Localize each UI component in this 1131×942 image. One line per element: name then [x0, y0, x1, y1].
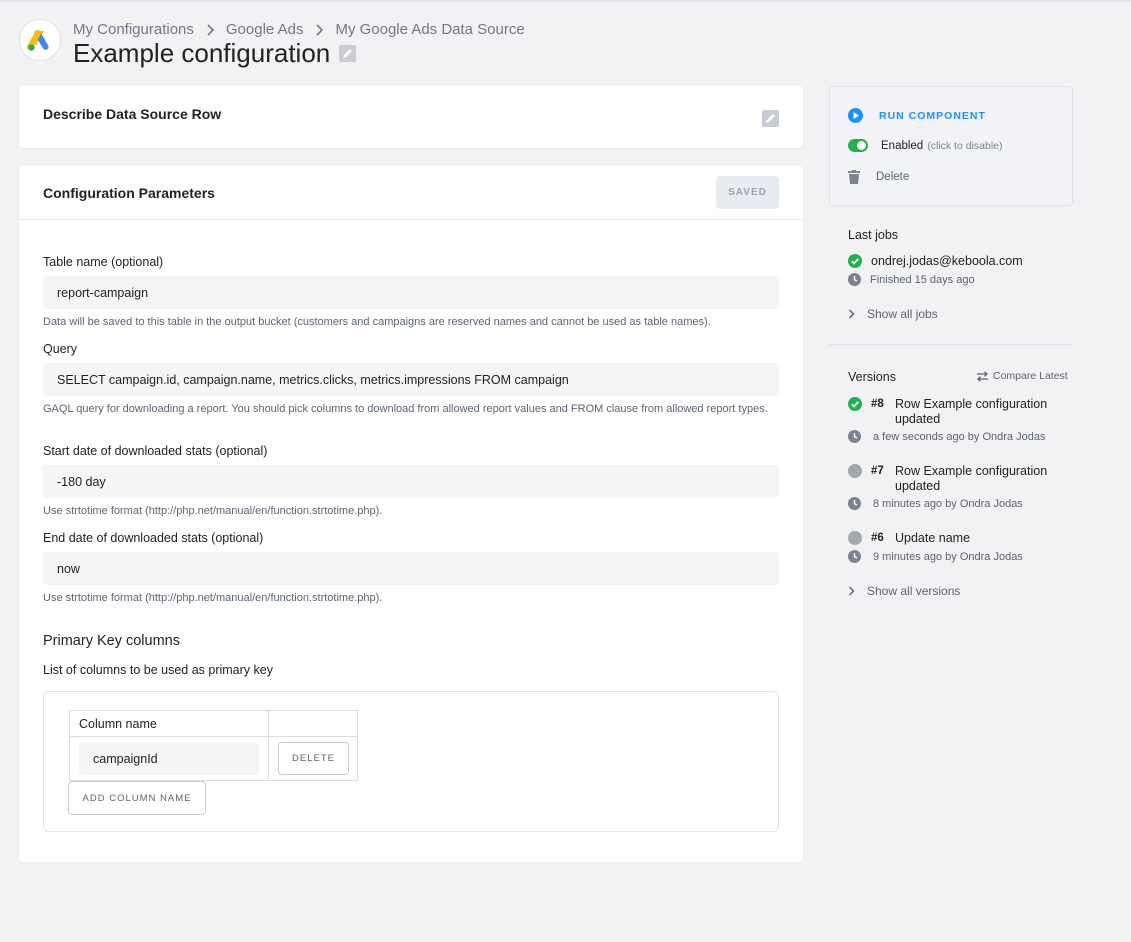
version-meta-row: 9 minutes ago by Ondra Jodas: [848, 550, 1023, 563]
start-date-input[interactable]: [43, 465, 779, 498]
primary-key-title: Primary Key columns: [43, 633, 180, 649]
query-help: GAQL query for downloading a report. You…: [43, 403, 768, 415]
version-meta-row: 8 minutes ago by Ondra Jodas: [848, 497, 1023, 510]
enabled-toggle[interactable]: [848, 139, 868, 152]
configuration-title: Configuration Parameters: [43, 185, 215, 201]
breadcrumb: My Configurations Google Ads My Google A…: [73, 21, 525, 38]
add-column-name-button[interactable]: ADD COLUMN NAME: [68, 781, 206, 815]
chevron-right-icon: [848, 586, 855, 596]
version-meta: 9 minutes ago by Ondra Jodas: [873, 550, 1023, 563]
job-time-row: Finished 15 days ago: [848, 273, 975, 286]
version-meta: a few seconds ago by Ondra Jodas: [873, 430, 1046, 443]
sidebar-divider: [829, 344, 1073, 345]
version-number: #7: [871, 465, 884, 477]
compare-latest-label: Compare Latest: [993, 370, 1068, 382]
show-all-versions-label: Show all versions: [867, 584, 961, 598]
delete-row-button[interactable]: DELETE: [278, 742, 349, 775]
end-date-help: Use strtotime format (http://php.net/man…: [43, 592, 383, 604]
table-name-input[interactable]: [43, 276, 779, 309]
clock-icon: [848, 497, 861, 510]
start-date-help: Use strtotime format (http://php.net/man…: [43, 505, 383, 517]
versions-title: Versions: [848, 370, 896, 384]
success-check-icon: [848, 397, 862, 411]
column-name-input[interactable]: [79, 742, 259, 775]
edit-description-icon[interactable]: [762, 110, 779, 132]
job-item[interactable]: ondrej.jodas@keboola.com: [848, 254, 1023, 268]
show-all-versions-link[interactable]: Show all versions: [848, 584, 960, 598]
delete-label: Delete: [876, 171, 910, 183]
breadcrumb-item-google-ads[interactable]: Google Ads: [226, 21, 304, 38]
describe-title: Describe Data Source Row: [43, 106, 222, 122]
end-date-input[interactable]: [43, 552, 779, 585]
trash-icon: [848, 170, 860, 184]
version-number: #6: [871, 532, 884, 544]
chevron-right-icon: [206, 23, 214, 36]
configuration-header: Configuration Parameters SAVED: [19, 166, 803, 220]
configuration-card: Configuration Parameters SAVED Table nam…: [19, 166, 803, 862]
primary-key-subtitle: List of columns to be used as primary ke…: [43, 663, 273, 677]
query-input[interactable]: [43, 363, 779, 396]
version-number: #8: [871, 398, 884, 410]
clock-icon: [848, 273, 861, 286]
clock-icon: [848, 430, 861, 443]
page-title: Example configuration: [73, 38, 331, 68]
version-text: Update name: [895, 531, 971, 545]
version-item-6[interactable]: #6 Update name: [848, 531, 1057, 546]
run-component-label: RUN COMPONENT: [879, 109, 986, 122]
inactive-dot-icon: [848, 531, 862, 545]
version-text: Row Example configuration updated: [895, 464, 1048, 493]
version-meta: 8 minutes ago by Ondra Jodas: [873, 497, 1023, 510]
chevron-right-icon: [848, 309, 855, 319]
last-jobs-title: Last jobs: [848, 228, 899, 242]
run-component-action[interactable]: RUN COMPONENT: [848, 108, 986, 123]
breadcrumb-item-data-source[interactable]: My Google Ads Data Source: [335, 21, 524, 38]
clock-icon: [848, 550, 861, 563]
enabled-hint: (click to disable): [927, 139, 1003, 152]
table-name-label: Table name (optional): [43, 255, 164, 269]
start-date-label: Start date of downloaded stats (optional…: [43, 444, 268, 458]
google-ads-logo: [19, 19, 61, 61]
breadcrumb-item-my-configurations[interactable]: My Configurations: [73, 21, 194, 38]
inactive-dot-icon: [848, 464, 862, 478]
chevron-right-icon: [315, 23, 324, 36]
job-time: Finished 15 days ago: [870, 273, 975, 286]
job-user: ondrej.jodas@keboola.com: [871, 254, 1023, 268]
version-item-8[interactable]: #8 Row Example configuration updated: [848, 397, 1057, 427]
top-border: [0, 0, 1131, 2]
compare-latest-link[interactable]: Compare Latest: [976, 370, 1068, 382]
play-icon: [848, 108, 863, 123]
google-ads-icon: [27, 30, 49, 51]
primary-key-editor: Column name DELETE ADD COLUMN NAME: [43, 691, 779, 832]
version-text: Row Example configuration updated: [895, 397, 1048, 426]
edit-title-icon[interactable]: [339, 45, 357, 62]
describe-card: Describe Data Source Row: [19, 86, 803, 148]
table-name-help: Data will be saved to this table in the …: [43, 316, 711, 328]
show-all-jobs-label: Show all jobs: [867, 307, 938, 321]
end-date-label: End date of downloaded stats (optional): [43, 531, 264, 545]
version-item-7[interactable]: #7 Row Example configuration updated: [848, 464, 1057, 494]
page-title-wrap: Example configuration: [73, 38, 357, 69]
primary-key-table: Column name DELETE: [69, 710, 358, 781]
delete-action[interactable]: Delete: [848, 170, 909, 184]
saved-button[interactable]: SAVED: [716, 176, 779, 209]
enabled-toggle-row[interactable]: Enabled (click to disable): [848, 139, 1003, 152]
compare-arrows-icon: [976, 370, 989, 382]
version-meta-row: a few seconds ago by Ondra Jodas: [848, 430, 1045, 443]
enabled-label: Enabled: [881, 139, 924, 152]
actions-panel: RUN COMPONENT Enabled (click to disable)…: [829, 86, 1073, 206]
query-label: Query: [43, 342, 78, 356]
show-all-jobs-link[interactable]: Show all jobs: [848, 307, 938, 321]
success-check-icon: [848, 254, 862, 268]
